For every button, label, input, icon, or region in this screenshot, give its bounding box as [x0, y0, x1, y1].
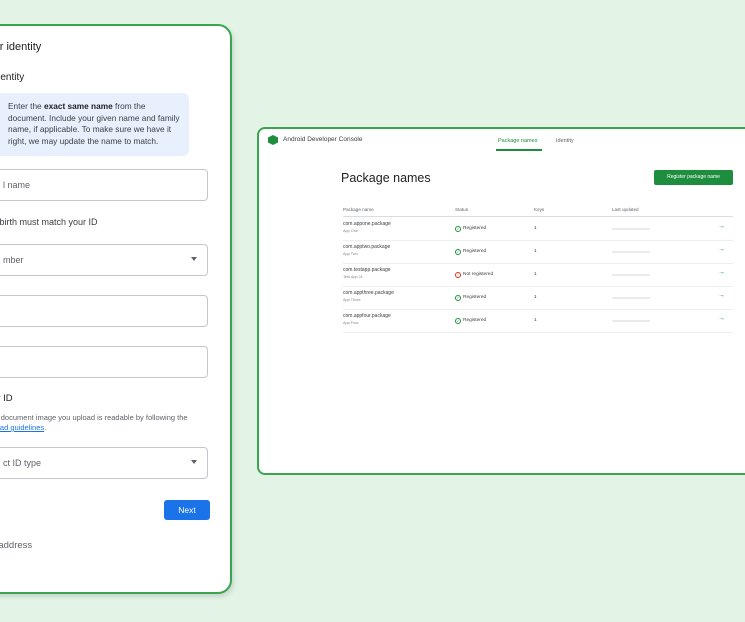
app-name: App Two — [343, 252, 358, 256]
status-text: Registered — [463, 249, 487, 254]
tab-identity[interactable]: Identity — [556, 138, 574, 144]
active-tab-indicator — [496, 149, 542, 151]
id-help-text: e the document image you upload is reada… — [0, 413, 188, 433]
page-title: Package names — [341, 171, 431, 185]
check-circle-icon: ✓ — [455, 295, 461, 301]
legal-name-field[interactable]: l name — [0, 169, 208, 201]
arrow-right-icon[interactable]: → — [718, 223, 725, 230]
id-type-select[interactable]: ct ID type — [0, 447, 208, 479]
last-updated-placeholder — [612, 297, 650, 299]
name-info-box: Enter the exact same name from the docum… — [0, 93, 189, 156]
keys-count: 1 — [534, 249, 537, 254]
status-text: Registered — [463, 295, 487, 300]
register-package-button[interactable]: Register package name — [654, 170, 733, 185]
column-header-package: Package name — [343, 207, 374, 212]
table-row[interactable]: com.appthree.package App Three ✓ Register… — [343, 286, 733, 310]
check-circle-icon: ✓ — [455, 249, 461, 255]
upload-guidelines-link[interactable]: l upload guidelines — [0, 423, 44, 432]
last-updated-placeholder — [612, 228, 650, 230]
chevron-down-icon — [191, 257, 197, 261]
arrow-right-icon[interactable]: → — [718, 246, 725, 253]
id-help-end: . — [44, 423, 47, 432]
legal-identity-heading: al identity — [0, 72, 25, 83]
keys-count: 1 — [534, 318, 537, 323]
illustration-canvas: your identity al identity Enter the exac… — [0, 0, 745, 622]
package-name: com.apptwo.package — [343, 244, 391, 250]
table-row[interactable]: com.appone.package App One ✓ Registered 1… — [343, 217, 733, 241]
status-cell: ✓ Registered — [455, 249, 486, 255]
month-select[interactable]: mber — [0, 244, 208, 276]
table-row[interactable]: com.apptwo.package App Two ✓ Registered 1… — [343, 240, 733, 264]
form-title: your identity — [0, 41, 42, 53]
status-cell: ✓ Registered — [455, 295, 486, 301]
app-title: Android Developer Console — [283, 136, 363, 143]
app-name: App Four — [343, 321, 359, 325]
android-logo-icon — [268, 135, 278, 145]
last-updated-placeholder — [612, 274, 650, 276]
status-text: Registered — [463, 318, 487, 323]
app-name: Test App 01 — [343, 275, 363, 279]
table-row[interactable]: com.appfour.package App Four ✓ Registered… — [343, 309, 733, 333]
package-name: com.testapp.package — [343, 267, 391, 273]
column-header-keys: Keys — [534, 207, 545, 212]
app-name: App Three — [343, 298, 361, 302]
status-cell: ✓ Registered — [455, 226, 486, 232]
column-header-status: Status — [455, 207, 469, 212]
id-help-line: e the document image you upload is reada… — [0, 413, 188, 422]
legal-name-placeholder: l name — [3, 180, 31, 190]
check-circle-icon: ✓ — [455, 318, 461, 324]
address-section-heading: our address — [0, 540, 33, 551]
year-field[interactable] — [0, 346, 208, 378]
chevron-down-icon — [191, 460, 197, 464]
arrow-right-icon[interactable]: → — [718, 292, 725, 299]
keys-count: 1 — [534, 272, 537, 277]
day-field[interactable] — [0, 295, 208, 327]
keys-count: 1 — [534, 226, 537, 231]
status-text: Not registered — [463, 272, 494, 277]
id-type-placeholder: ct ID type — [3, 458, 42, 468]
error-circle-icon: ! — [455, 272, 461, 278]
last-updated-placeholder — [612, 320, 650, 322]
arrow-right-icon[interactable]: → — [718, 269, 725, 276]
check-circle-icon: ✓ — [455, 226, 461, 232]
console-top-bar: Android Developer Console Package names … — [259, 129, 745, 153]
status-cell: ! Not registered — [455, 272, 493, 278]
next-button[interactable]: Next — [164, 500, 210, 520]
package-name: com.appfour.package — [343, 313, 391, 319]
app-name: App One — [343, 229, 358, 233]
status-text: Registered — [463, 226, 487, 231]
last-updated-placeholder — [612, 251, 650, 253]
dob-label: e of birth must match your ID — [0, 217, 98, 227]
developer-console-window: Android Developer Console Package names … — [257, 127, 745, 475]
month-value: mber — [3, 255, 24, 265]
info-text-pre: Enter the — [8, 101, 44, 111]
package-name: com.appone.package — [343, 221, 391, 227]
column-header-updated: Last updated — [612, 207, 639, 212]
table-row[interactable]: com.testapp.package Test App 01 ! Not reg… — [343, 263, 733, 287]
tab-package-names[interactable]: Package names — [498, 138, 537, 144]
id-section-heading: your ID — [0, 393, 13, 404]
arrow-right-icon[interactable]: → — [718, 315, 725, 322]
package-name: com.appthree.package — [343, 290, 394, 296]
identity-form-card: your identity al identity Enter the exac… — [0, 24, 232, 594]
info-text-bold: exact same name — [43, 101, 113, 111]
status-cell: ✓ Registered — [455, 318, 486, 324]
keys-count: 1 — [534, 295, 537, 300]
